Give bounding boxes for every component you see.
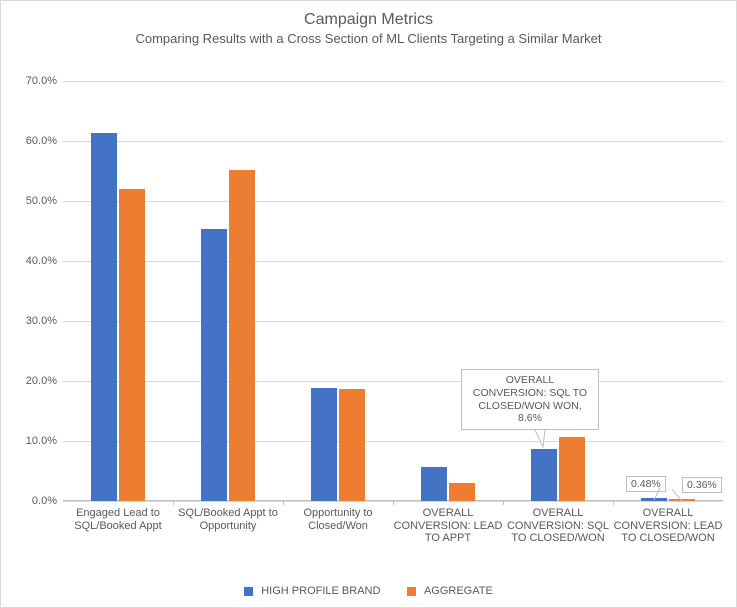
bar <box>339 389 365 501</box>
category-slot: Engaged Lead to SQL/Booked Appt <box>63 81 173 501</box>
leader-line-icon <box>668 489 688 503</box>
category-label: OVERALL CONVERSION: LEAD TO CLOSED/WON <box>613 501 723 545</box>
chart-title: Campaign Metrics <box>1 11 736 29</box>
y-tick-label: 0.0% <box>13 495 57 507</box>
y-tick-label: 10.0% <box>13 435 57 447</box>
y-tick-label: 60.0% <box>13 135 57 147</box>
legend-swatch-icon <box>244 587 253 596</box>
bar <box>201 229 227 501</box>
category-slot: SQL/Booked Appt to Opportunity <box>173 81 283 501</box>
bar <box>119 189 145 501</box>
bar <box>449 483 475 501</box>
y-tick-label: 30.0% <box>13 315 57 327</box>
legend-item-0: HIGH PROFILE BRAND <box>244 585 380 597</box>
x-tick <box>283 501 284 505</box>
legend-label-0: HIGH PROFILE BRAND <box>261 585 380 597</box>
bar <box>91 133 117 501</box>
plot-area: 0.0%10.0%20.0%30.0%40.0%50.0%60.0%70.0%E… <box>63 81 723 501</box>
title-block: Campaign Metrics Comparing Results with … <box>1 1 736 46</box>
bar <box>421 467 447 501</box>
leader-line-icon <box>648 488 668 502</box>
x-tick <box>173 501 174 505</box>
category-label: Engaged Lead to SQL/Booked Appt <box>63 501 173 532</box>
chart-subtitle: Comparing Results with a Cross Section o… <box>1 31 736 46</box>
category-label: OVERALL CONVERSION: SQL TO CLOSED/WON <box>503 501 613 545</box>
bar <box>559 437 585 501</box>
x-tick <box>613 501 614 505</box>
bar <box>229 170 255 501</box>
legend: HIGH PROFILE BRAND AGGREGATE <box>1 585 736 597</box>
x-tick <box>503 501 504 505</box>
callout: OVERALL CONVERSION: SQL TO CLOSED/WON WO… <box>461 369 599 429</box>
category-label: Opportunity to Closed/Won <box>283 501 393 532</box>
y-tick-label: 70.0% <box>13 75 57 87</box>
category-slot: OVERALL CONVERSION: LEAD TO APPT <box>393 81 503 501</box>
legend-item-1: AGGREGATE <box>407 585 492 597</box>
y-tick-label: 40.0% <box>13 255 57 267</box>
legend-swatch-icon <box>407 587 416 596</box>
chart-container: Campaign Metrics Comparing Results with … <box>0 0 737 608</box>
y-tick-label: 50.0% <box>13 195 57 207</box>
legend-label-1: AGGREGATE <box>424 585 493 597</box>
category-slot: Opportunity to Closed/Won <box>283 81 393 501</box>
category-slot: OVERALL CONVERSION: LEAD TO CLOSED/WON <box>613 81 723 501</box>
bar <box>531 449 557 501</box>
bar <box>311 388 337 501</box>
category-label: SQL/Booked Appt to Opportunity <box>173 501 283 532</box>
category-label: OVERALL CONVERSION: LEAD TO APPT <box>393 501 503 545</box>
y-tick-label: 20.0% <box>13 375 57 387</box>
x-tick <box>393 501 394 505</box>
